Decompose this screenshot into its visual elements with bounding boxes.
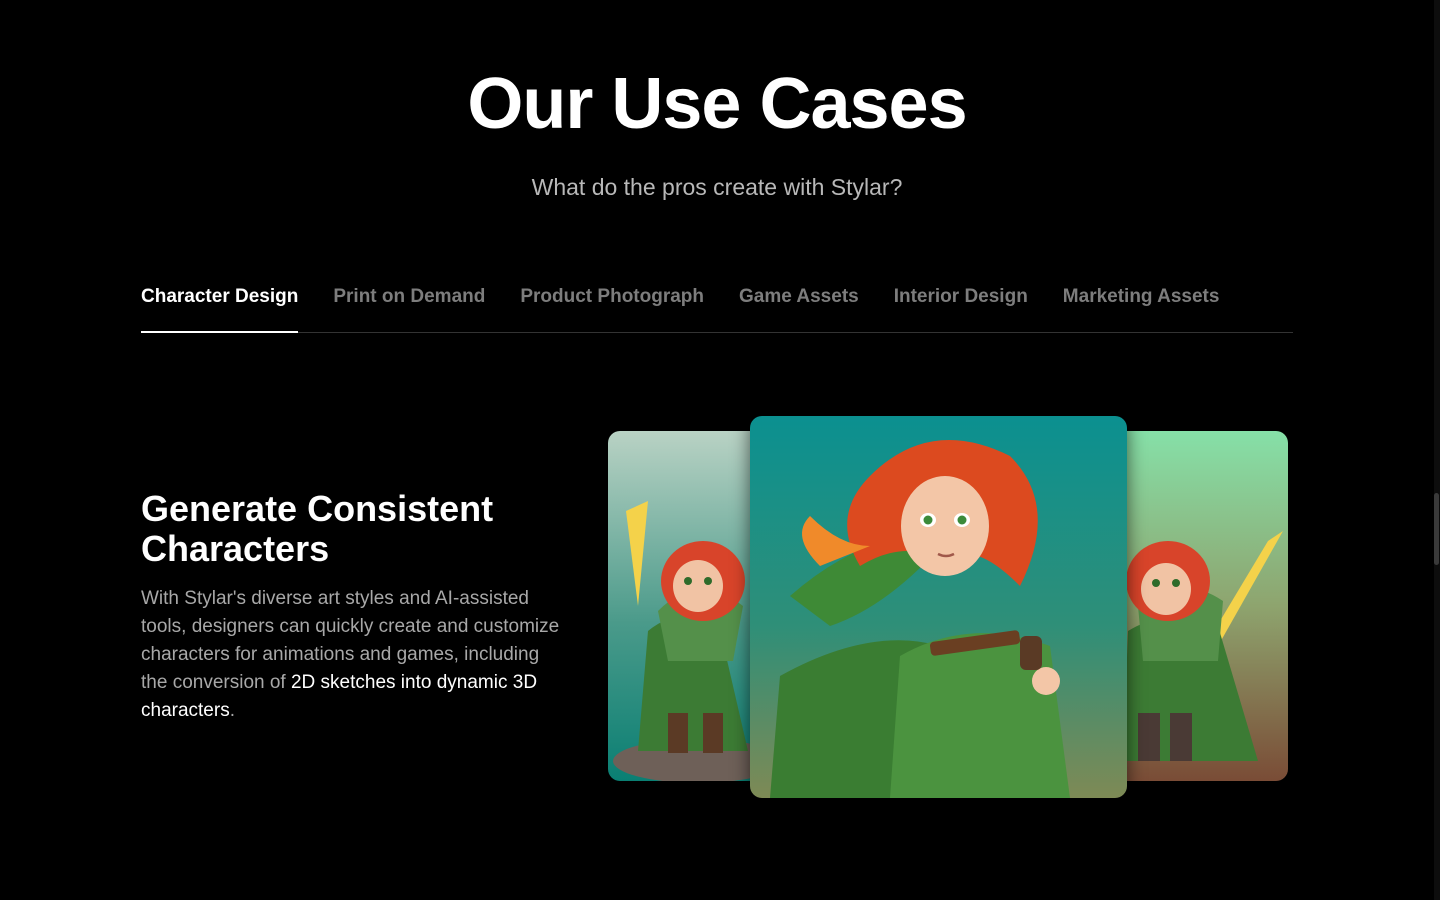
character-image-center[interactable]	[750, 416, 1127, 798]
character-gallery	[608, 416, 1288, 798]
scrollbar-track[interactable]	[1434, 0, 1440, 900]
character-image-right[interactable]	[1108, 431, 1288, 781]
scrollbar-thumb[interactable]	[1434, 493, 1439, 565]
feature-title: Generate Consistent Characters	[141, 488, 494, 569]
tab-marketing-assets[interactable]: Marketing Assets	[1063, 276, 1220, 332]
feature-description-end: .	[229, 700, 235, 721]
tab-interior-design[interactable]: Interior Design	[894, 276, 1028, 332]
tab-print-on-demand[interactable]: Print on Demand	[333, 276, 485, 332]
tab-character-design[interactable]: Character Design	[141, 276, 299, 333]
tab-product-photograph[interactable]: Product Photograph	[520, 276, 704, 332]
use-case-tabs: Character Design Print on Demand Product…	[141, 276, 1293, 333]
page-subtitle: What do the pros create with Stylar?	[531, 174, 903, 200]
page-title: Our Use Cases	[467, 64, 967, 144]
tab-game-assets[interactable]: Game Assets	[739, 276, 859, 332]
feature-description: With Stylar's diverse art styles and AI-…	[141, 585, 561, 725]
